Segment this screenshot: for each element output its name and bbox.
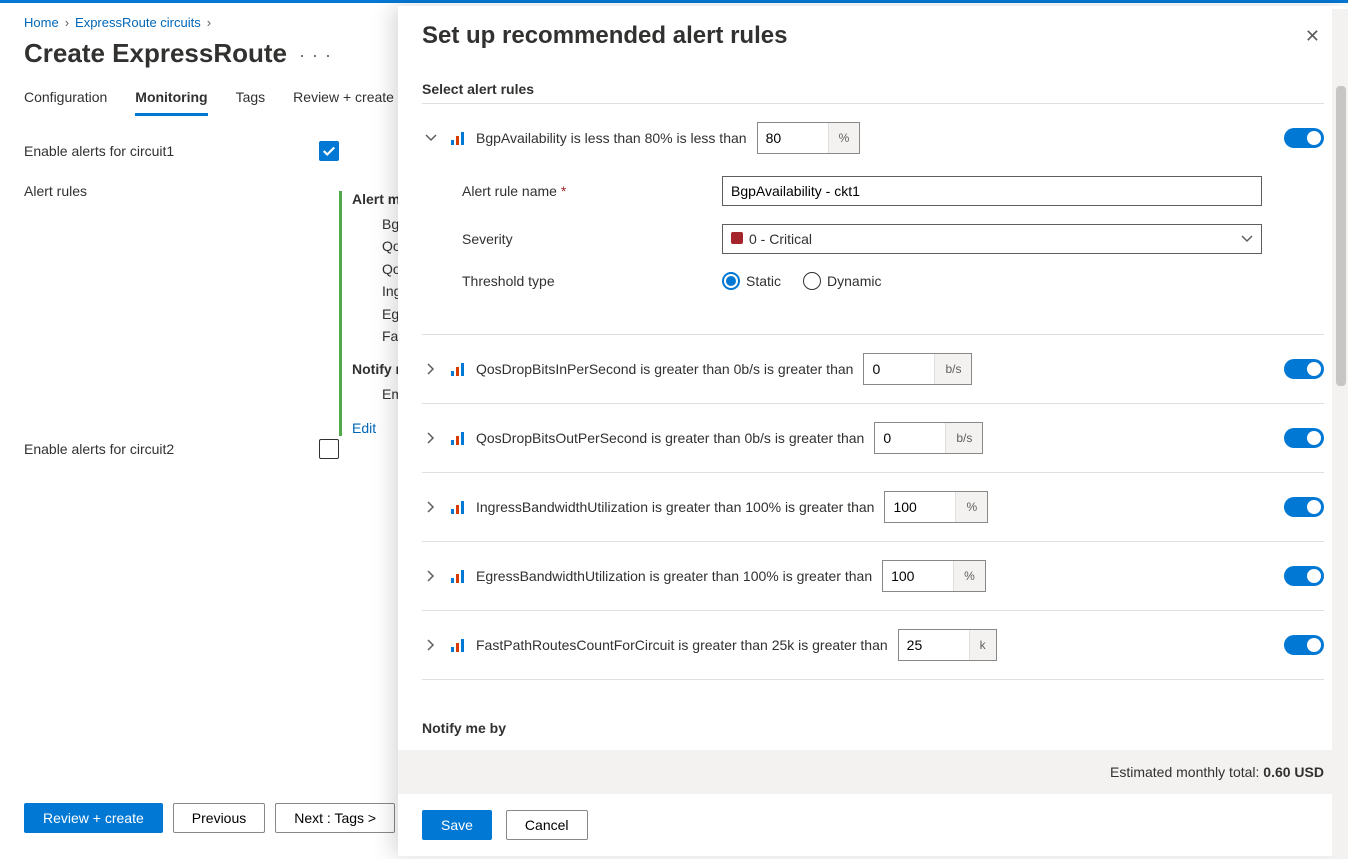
rule-label: QosDropBitsOutPerSecond is greater than … bbox=[476, 430, 864, 446]
alert-rules-label: Alert rules bbox=[24, 183, 87, 199]
threshold-unit: % bbox=[828, 123, 860, 153]
severity-dot-icon bbox=[731, 232, 743, 244]
rule-label: BgpAvailability is less than 80% is less… bbox=[476, 130, 747, 146]
chart-icon bbox=[450, 499, 466, 515]
expand-icon[interactable] bbox=[422, 636, 440, 654]
review-create-button[interactable]: Review + create bbox=[24, 803, 163, 833]
rule-row: QosDropBitsInPerSecond is greater than 0… bbox=[422, 341, 1324, 397]
rule-label: FastPathRoutesCountForCircuit is greater… bbox=[476, 637, 888, 653]
threshold-value[interactable] bbox=[758, 123, 828, 153]
threshold-unit: k bbox=[969, 630, 996, 660]
threshold-input[interactable]: k bbox=[898, 629, 997, 661]
threshold-input[interactable]: % bbox=[882, 560, 986, 592]
rule-toggle[interactable] bbox=[1284, 497, 1324, 517]
tab-configuration[interactable]: Configuration bbox=[24, 89, 107, 116]
alert-name-input[interactable] bbox=[722, 176, 1262, 206]
expand-icon[interactable] bbox=[422, 429, 440, 447]
rule-toggle[interactable] bbox=[1284, 428, 1324, 448]
rule-label: EgressBandwidthUtilization is greater th… bbox=[476, 568, 872, 584]
threshold-value[interactable] bbox=[885, 492, 955, 522]
rule-label: IngressBandwidthUtilization is greater t… bbox=[476, 499, 874, 515]
threshold-value[interactable] bbox=[875, 423, 945, 453]
cancel-button[interactable]: Cancel bbox=[506, 810, 588, 840]
threshold-input[interactable]: b/s bbox=[863, 353, 972, 385]
close-icon[interactable]: ✕ bbox=[1301, 22, 1324, 51]
rule-toggle[interactable] bbox=[1284, 635, 1324, 655]
expand-icon[interactable] bbox=[422, 567, 440, 585]
next-button[interactable]: Next : Tags > bbox=[275, 803, 395, 833]
rule-row: IngressBandwidthUtilization is greater t… bbox=[422, 479, 1324, 535]
chart-icon bbox=[450, 637, 466, 653]
rule-toggle[interactable] bbox=[1284, 128, 1324, 148]
severity-select[interactable]: 0 - Critical bbox=[722, 224, 1262, 254]
threshold-input[interactable]: % bbox=[884, 491, 988, 523]
save-button[interactable]: Save bbox=[422, 810, 492, 840]
threshold-input[interactable]: % bbox=[757, 122, 861, 154]
threshold-type-label: Threshold type bbox=[462, 273, 722, 289]
chart-icon bbox=[450, 430, 466, 446]
page-title: Create ExpressRoute bbox=[24, 38, 287, 69]
threshold-unit: % bbox=[955, 492, 987, 522]
threshold-static-radio[interactable]: Static bbox=[722, 272, 781, 290]
enable-alerts-circuit2-checkbox[interactable] bbox=[319, 439, 339, 459]
scrollbar-thumb[interactable] bbox=[1336, 86, 1346, 386]
alert-rules-panel: Set up recommended alert rules ✕ Select … bbox=[398, 6, 1348, 856]
alert-name-label: Alert rule name bbox=[462, 183, 557, 199]
collapse-icon[interactable] bbox=[422, 129, 440, 147]
chevron-down-icon bbox=[1241, 233, 1253, 245]
expand-icon[interactable] bbox=[422, 498, 440, 516]
chart-icon bbox=[450, 130, 466, 146]
rule-toggle[interactable] bbox=[1284, 359, 1324, 379]
rule-row: FastPathRoutesCountForCircuit is greater… bbox=[422, 617, 1324, 673]
chart-icon bbox=[450, 568, 466, 584]
severity-label: Severity bbox=[462, 231, 722, 247]
estimate-bar: Estimated monthly total: 0.60 USD bbox=[398, 750, 1348, 794]
rule-row: QosDropBitsOutPerSecond is greater than … bbox=[422, 410, 1324, 466]
threshold-unit: % bbox=[953, 561, 985, 591]
threshold-unit: b/s bbox=[945, 423, 982, 453]
threshold-value[interactable] bbox=[864, 354, 934, 384]
breadcrumb-home[interactable]: Home bbox=[24, 15, 59, 30]
chevron-right-icon: › bbox=[207, 15, 211, 30]
tab-tags[interactable]: Tags bbox=[236, 89, 266, 116]
enable-alerts-circuit2-label: Enable alerts for circuit2 bbox=[24, 441, 174, 457]
threshold-value[interactable] bbox=[883, 561, 953, 591]
chart-icon bbox=[450, 361, 466, 377]
edit-link[interactable]: Edit bbox=[352, 420, 376, 436]
tab-review[interactable]: Review + create bbox=[293, 89, 394, 116]
notify-heading: Notify me by bbox=[422, 720, 1324, 736]
threshold-input[interactable]: b/s bbox=[874, 422, 983, 454]
threshold-value[interactable] bbox=[899, 630, 969, 660]
enable-alerts-circuit1-checkbox[interactable] bbox=[319, 141, 339, 161]
expand-icon[interactable] bbox=[422, 360, 440, 378]
rule-row-bgp: BgpAvailability is less than 80% is less… bbox=[422, 110, 1324, 166]
chevron-right-icon: › bbox=[65, 15, 69, 30]
threshold-dynamic-radio[interactable]: Dynamic bbox=[803, 272, 881, 290]
breadcrumb-circuits[interactable]: ExpressRoute circuits bbox=[75, 15, 201, 30]
rule-detail: Alert rule name * Severity 0 - Critical … bbox=[422, 166, 1324, 328]
previous-button[interactable]: Previous bbox=[173, 803, 265, 833]
more-icon[interactable]: · · · bbox=[299, 45, 332, 82]
rule-label: QosDropBitsInPerSecond is greater than 0… bbox=[476, 361, 853, 377]
panel-title: Set up recommended alert rules bbox=[422, 22, 787, 50]
tab-monitoring[interactable]: Monitoring bbox=[135, 89, 207, 116]
enable-alerts-circuit1-label: Enable alerts for circuit1 bbox=[24, 143, 174, 159]
rule-toggle[interactable] bbox=[1284, 566, 1324, 586]
rule-row: EgressBandwidthUtilization is greater th… bbox=[422, 548, 1324, 604]
select-alert-rules-heading: Select alert rules bbox=[422, 81, 1324, 97]
threshold-unit: b/s bbox=[934, 354, 971, 384]
